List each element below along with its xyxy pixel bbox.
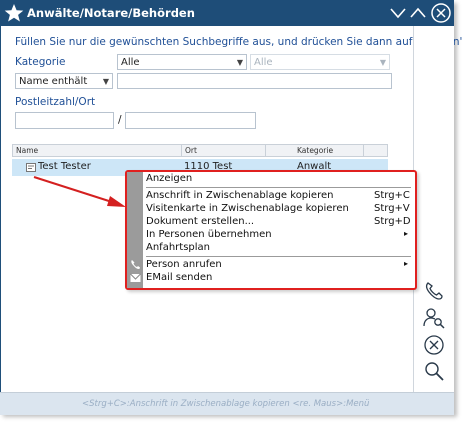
name-mode-value: Name enthält: [19, 76, 88, 87]
menu-item-email-senden[interactable]: EMail senden: [146, 272, 212, 283]
phone-icon: [131, 260, 140, 269]
table-header: Name Ort Kategorie: [12, 144, 388, 157]
menu-item-dokument-erstellen[interactable]: Dokument erstellen...: [146, 216, 254, 227]
kategorie-sub-select[interactable]: Alle ▼: [250, 54, 390, 70]
column-header-name[interactable]: Name: [16, 146, 38, 155]
menu-shortcut: Strg+D: [374, 216, 411, 227]
menu-item-person-anrufen[interactable]: Person anrufen: [146, 259, 222, 270]
submenu-arrow-icon: ▸: [404, 259, 409, 268]
menu-item-anzeigen[interactable]: Anzeigen: [146, 173, 192, 184]
name-input[interactable]: [117, 73, 392, 89]
column-header-ort[interactable]: Ort: [185, 146, 197, 155]
chevron-down-icon: ▼: [379, 58, 386, 67]
submenu-arrow-icon: ▸: [404, 229, 409, 238]
plz-separator: /: [118, 114, 122, 126]
column-header-kategorie[interactable]: Kategorie: [297, 146, 333, 155]
kategorie-select-value: Alle: [121, 57, 140, 68]
chevron-down-icon[interactable]: [390, 7, 406, 19]
cell-name: Test Tester: [38, 161, 91, 172]
instruction-text: Füllen Sie nur die gewünschten Suchbegri…: [15, 36, 462, 48]
plz-input[interactable]: [15, 112, 114, 129]
ort-input[interactable]: [125, 112, 256, 129]
chevron-down-icon: ▼: [236, 58, 243, 67]
status-text: <Strg+C>:Anschrift in Zwischenablage kop…: [82, 399, 370, 409]
menu-separator: [146, 256, 411, 257]
column-divider: [265, 144, 266, 157]
menu-item-anschrift-kopieren[interactable]: Anschrift in Zwischenablage kopieren: [146, 190, 333, 201]
kategorie-label: Kategorie: [15, 56, 66, 68]
mail-icon: [130, 273, 141, 282]
name-mode-select[interactable]: Name enthält ▼: [15, 73, 113, 89]
menu-separator: [146, 187, 411, 188]
column-divider: [363, 144, 364, 157]
menu-item-in-personen-uebernehmen[interactable]: In Personen übernehmen: [146, 229, 272, 240]
chevron-up-icon[interactable]: [410, 7, 426, 19]
window-title: Anwälte/Notare/Behörden: [27, 6, 195, 20]
menu-item-visitenkarte-kopieren[interactable]: Visitenkarte in Zwischenablage kopieren: [146, 203, 349, 214]
kategorie-select[interactable]: Alle ▼: [117, 54, 247, 70]
menu-shortcut: Strg+C: [374, 190, 410, 201]
phone-icon[interactable]: [423, 280, 445, 302]
menu-shortcut: Strg+V: [374, 203, 410, 214]
close-icon[interactable]: [430, 2, 452, 24]
column-divider: [181, 144, 182, 157]
close-circle-icon[interactable]: [423, 334, 445, 356]
search-icon[interactable]: [423, 360, 445, 382]
menu-item-anfahrtsplan[interactable]: Anfahrtsplan: [146, 242, 210, 253]
chevron-down-icon: ▼: [102, 77, 109, 86]
kategorie-sub-select-value: Alle: [254, 57, 273, 68]
person-search-icon[interactable]: [422, 306, 446, 330]
plz-label: Postleitzahl/Ort: [15, 96, 96, 108]
star-icon: [4, 4, 24, 22]
person-card-icon: [26, 163, 36, 172]
context-menu-gutter: [127, 172, 143, 288]
title-bar: Anwälte/Notare/Behörden: [0, 0, 454, 26]
annotation-arrow-icon: [33, 176, 126, 207]
